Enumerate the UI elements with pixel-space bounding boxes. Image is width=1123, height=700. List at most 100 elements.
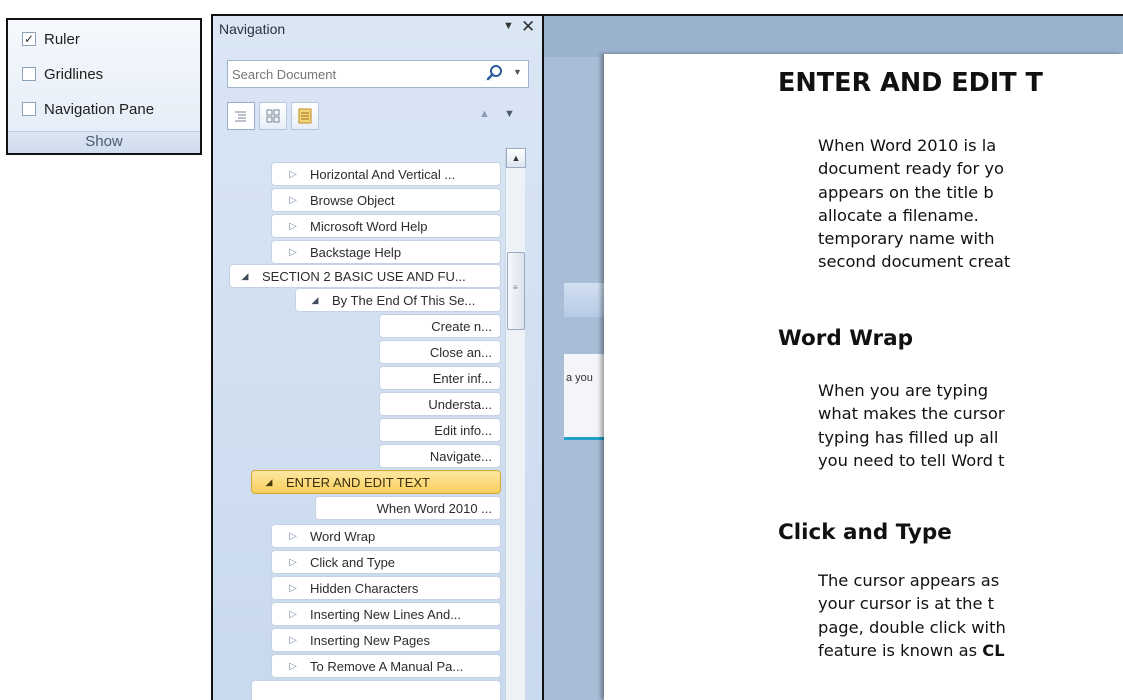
expand-icon[interactable]: ▷ bbox=[286, 661, 300, 672]
tree-item[interactable]: ▷ Inserting New Pages bbox=[271, 628, 501, 652]
word-wrap-paragraph: When you are typing what makes the curso… bbox=[818, 379, 1123, 472]
tree-item[interactable]: ▷ Backstage Help bbox=[271, 240, 501, 264]
collapse-icon[interactable]: ◢ bbox=[308, 295, 322, 306]
tree-item-label: Click and Type bbox=[310, 554, 396, 570]
expand-icon[interactable]: ▷ bbox=[286, 195, 300, 206]
gridlines-checkbox-row[interactable]: Gridlines bbox=[22, 63, 103, 85]
show-group-caption: Show bbox=[8, 131, 200, 153]
tree-item-label: Horizontal And Vertical ... bbox=[310, 166, 456, 182]
tree-item-label: Microsoft Word Help bbox=[310, 218, 428, 234]
scrollbar-thumb[interactable]: ≡ bbox=[507, 252, 525, 330]
heading-word-wrap: Word Wrap bbox=[778, 326, 914, 351]
tree-item[interactable]: ▷ Word Wrap bbox=[271, 524, 501, 548]
tree-item[interactable]: ◢ SECTION 2 BASIC USE AND FU... bbox=[229, 264, 501, 288]
expand-icon[interactable]: ▷ bbox=[286, 583, 300, 594]
tree-item-label: Inserting New Lines And... bbox=[310, 606, 462, 622]
expand-icon[interactable]: ▷ bbox=[286, 609, 300, 620]
document-page[interactable]: ENTER AND EDIT T When Word 2010 is la do… bbox=[604, 54, 1123, 700]
text-line: typing has filled up all bbox=[818, 427, 999, 447]
text-line: appears on the title b bbox=[818, 182, 994, 202]
tree-item[interactable]: ▷ Horizontal And Vertical ... bbox=[271, 162, 501, 186]
tree-item-label: Enter inf... bbox=[432, 370, 492, 386]
expand-icon[interactable]: ▷ bbox=[286, 169, 300, 180]
text-line: page, double click with bbox=[818, 617, 1006, 637]
expand-icon[interactable]: ▷ bbox=[286, 557, 300, 568]
navigation-pane: Navigation ▼ ✕ ▼ bbox=[211, 14, 544, 700]
tree-item-label: Navigate... bbox=[429, 448, 492, 464]
tree-item[interactable]: ▷ To Remove A Manual Pa... bbox=[271, 654, 501, 678]
tree-item-label: SECTION 2 BASIC USE AND FU... bbox=[262, 268, 466, 284]
intro-paragraph: When Word 2010 is la document ready for … bbox=[818, 134, 1123, 274]
text-line: your cursor is at the t bbox=[818, 594, 995, 614]
text-line: The cursor appears as bbox=[818, 571, 1000, 590]
tree-item[interactable] bbox=[251, 680, 501, 700]
tree-item[interactable]: When Word 2010 ... bbox=[315, 496, 501, 520]
text-line: you need to tell Word t bbox=[818, 450, 1005, 470]
background-window-titlebar bbox=[564, 283, 604, 317]
tree-item[interactable]: Understa... bbox=[379, 392, 501, 416]
expand-icon[interactable]: ▷ bbox=[286, 221, 300, 232]
tree-item-label: Backstage Help bbox=[310, 244, 402, 260]
pane-options-dropdown-icon[interactable]: ▼ bbox=[503, 20, 514, 32]
page-heading-enter-edit: ENTER AND EDIT T bbox=[778, 68, 1043, 98]
text-line: When you are typing bbox=[818, 381, 989, 400]
tree-item-label: By The End Of This Se... bbox=[332, 292, 476, 308]
ruler-label: Ruler bbox=[44, 30, 80, 48]
tree-item-label: Edit info... bbox=[434, 422, 492, 438]
text-line: temporary name with bbox=[818, 229, 995, 249]
collapse-icon[interactable]: ◢ bbox=[238, 271, 252, 282]
show-group: ✓ Ruler Gridlines Navigation Pane Show bbox=[6, 18, 202, 155]
tree-item[interactable]: ▷ Click and Type bbox=[271, 550, 501, 574]
tree-item[interactable]: ▷ Browse Object bbox=[271, 188, 501, 212]
gridlines-label: Gridlines bbox=[44, 65, 104, 83]
background-window-text: a you bbox=[566, 372, 593, 384]
search-options-dropdown-icon[interactable]: ▼ bbox=[513, 67, 522, 77]
tree-scrollbar[interactable]: ▲ ≡ bbox=[505, 148, 526, 700]
heading-tree: ▷ Horizontal And Vertical ... ▷ Browse O… bbox=[213, 16, 503, 700]
tree-item-label: To Remove A Manual Pa... bbox=[310, 658, 464, 674]
next-heading-icon[interactable]: ▼ bbox=[504, 108, 515, 120]
tree-item-label: Understa... bbox=[428, 396, 492, 412]
text-line: feature is known as CL bbox=[818, 639, 1123, 662]
background-window bbox=[564, 354, 604, 440]
tree-item[interactable]: Create n... bbox=[379, 314, 501, 338]
text-line: document ready for yo bbox=[818, 159, 1004, 179]
tree-item[interactable]: ▷ Microsoft Word Help bbox=[271, 214, 501, 238]
tree-item-selected[interactable]: ◢ ENTER AND EDIT TEXT bbox=[251, 470, 501, 494]
text-line: what makes the cursor bbox=[818, 404, 1005, 424]
tree-item[interactable]: ▷ Hidden Characters bbox=[271, 576, 501, 600]
tree-item-label: Inserting New Pages bbox=[310, 632, 430, 648]
expand-icon[interactable]: ▷ bbox=[286, 635, 300, 646]
navigation-pane-checkbox-row[interactable]: Navigation Pane bbox=[22, 98, 154, 120]
text-line-start: feature is known as bbox=[818, 640, 983, 660]
collapse-icon[interactable]: ◢ bbox=[262, 477, 276, 488]
navigation-pane-checkbox[interactable] bbox=[22, 102, 36, 116]
navigation-pane-label: Navigation Pane bbox=[44, 100, 155, 118]
scroll-up-arrow-icon[interactable]: ▲ bbox=[506, 148, 526, 168]
grip-icon: ≡ bbox=[513, 283, 518, 292]
tree-item-label: When Word 2010 ... bbox=[376, 500, 492, 516]
tree-item-label: Hidden Characters bbox=[310, 580, 419, 596]
tree-item[interactable]: ▷ Inserting New Lines And... bbox=[271, 602, 501, 626]
click-and-type-paragraph: The cursor appears as your cursor is at … bbox=[818, 569, 1123, 662]
bold-text: CL bbox=[982, 640, 1005, 660]
gridlines-checkbox[interactable] bbox=[22, 67, 36, 81]
text-line: second document creat bbox=[818, 252, 1011, 272]
ruler-checkbox[interactable]: ✓ bbox=[22, 32, 36, 46]
text-line: allocate a filename. bbox=[818, 205, 979, 225]
tree-item-label: ENTER AND EDIT TEXT bbox=[286, 474, 430, 490]
tree-item[interactable]: ◢ By The End Of This Se... bbox=[295, 288, 501, 312]
tree-item[interactable]: Enter inf... bbox=[379, 366, 501, 390]
close-icon[interactable]: ✕ bbox=[521, 17, 535, 37]
ruler-checkbox-row[interactable]: ✓ Ruler bbox=[22, 28, 80, 50]
expand-icon[interactable]: ▷ bbox=[286, 247, 300, 258]
tree-item-label: Browse Object bbox=[310, 192, 395, 208]
tree-item[interactable]: Edit info... bbox=[379, 418, 501, 442]
expand-icon[interactable]: ▷ bbox=[286, 531, 300, 542]
tree-item-label: Close an... bbox=[429, 344, 492, 360]
tree-item[interactable]: Close an... bbox=[379, 340, 501, 364]
tree-item-label: Word Wrap bbox=[310, 528, 376, 544]
tree-item[interactable]: Navigate... bbox=[379, 444, 501, 468]
text-line: When Word 2010 is la bbox=[818, 136, 997, 155]
heading-click-and-type: Click and Type bbox=[778, 520, 952, 545]
